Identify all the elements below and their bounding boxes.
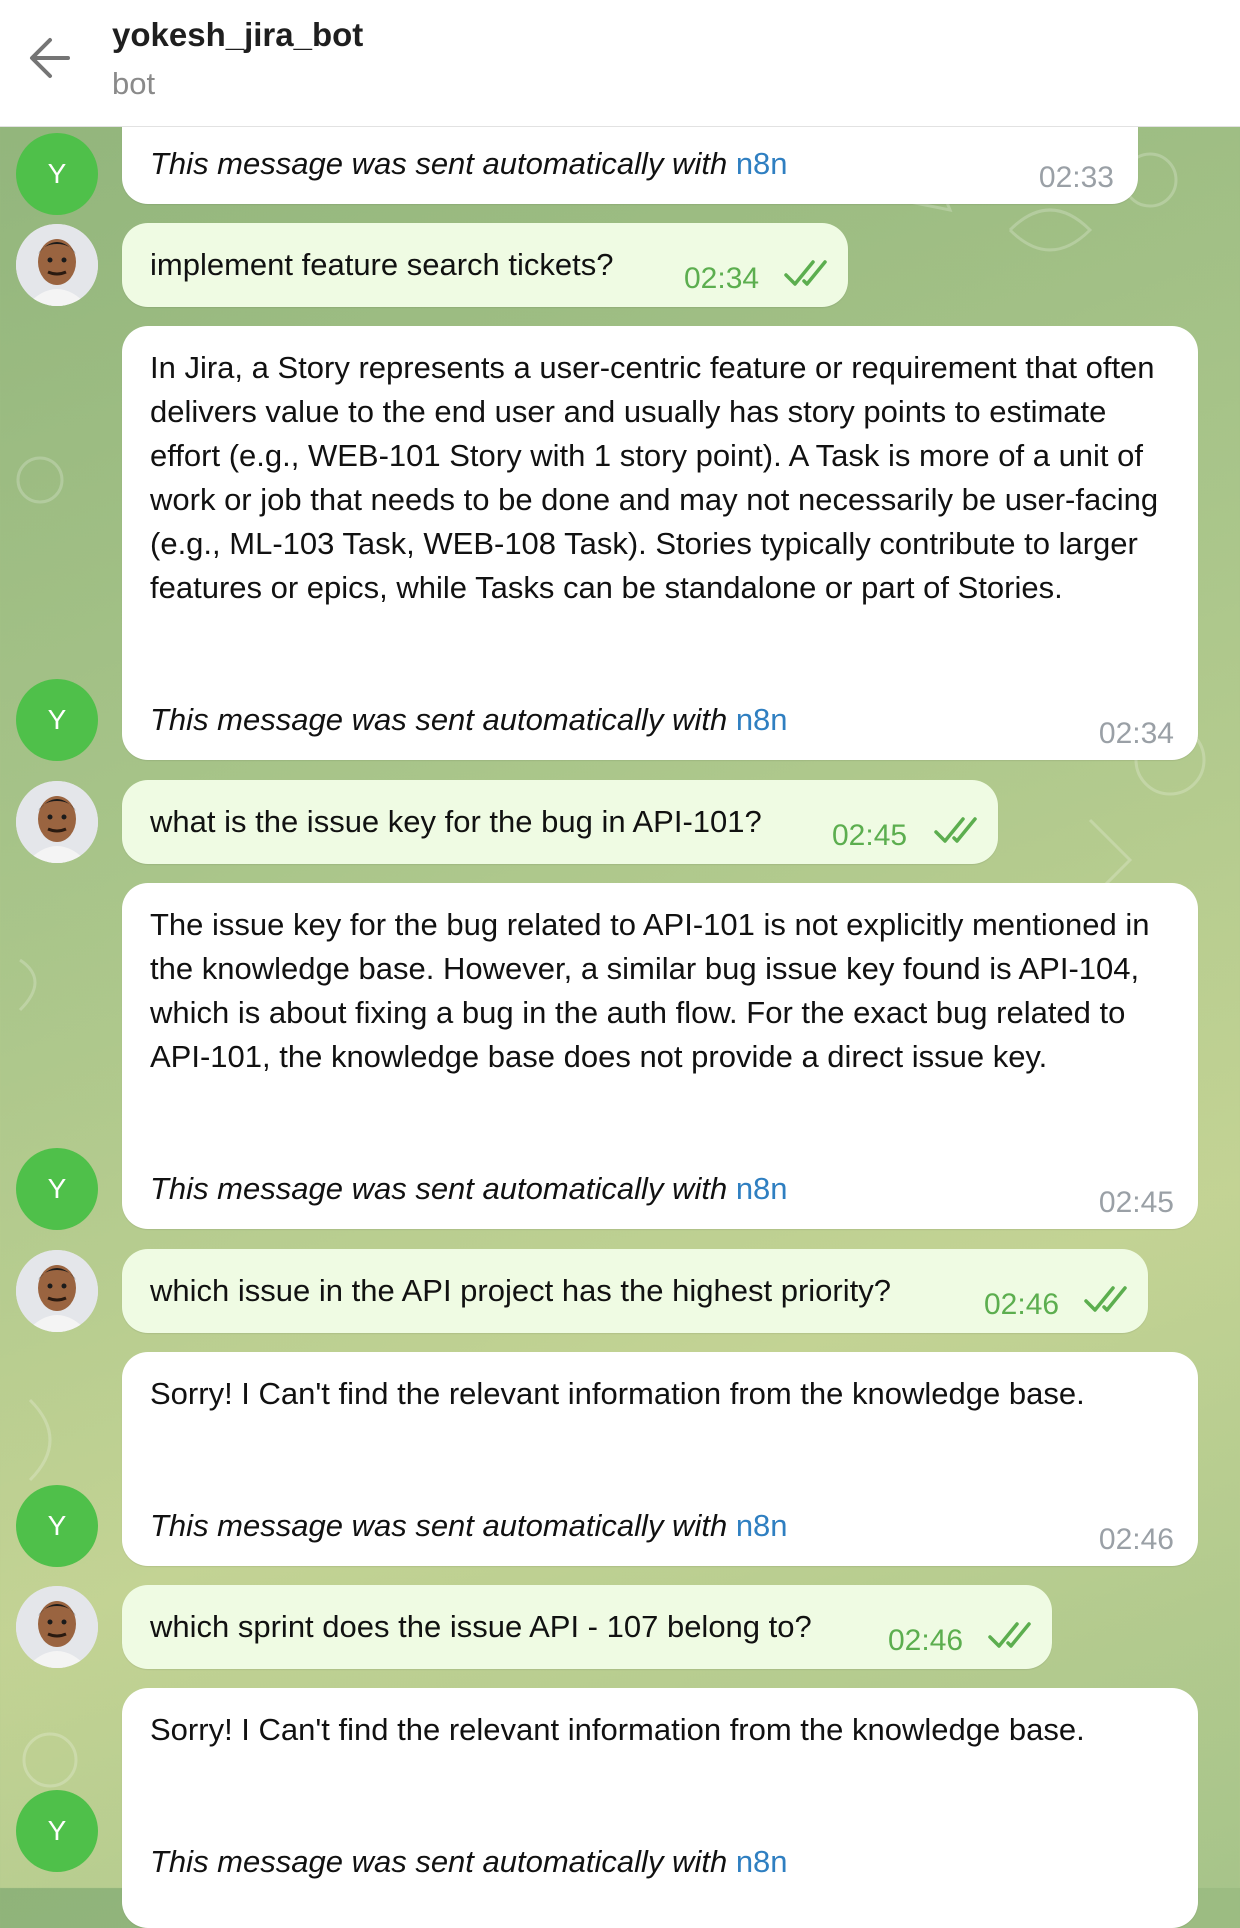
user-photo-icon: [16, 224, 98, 306]
message-text: In Jira, a Story represents a user-centr…: [150, 350, 1159, 605]
back-button[interactable]: [26, 30, 74, 86]
message-bubble-bot[interactable]: Sorry! I Can't find the relevant informa…: [122, 1352, 1198, 1566]
message-time: 02:46: [888, 1624, 964, 1657]
chat-header: yokesh_jira_bot bot: [0, 0, 1240, 127]
chat-subtitle: bot: [112, 66, 156, 101]
n8n-link[interactable]: n8n: [736, 1508, 788, 1543]
auto-sent-text: This message was sent automatically with: [150, 702, 728, 737]
auto-sent-text: This message was sent automatically with: [150, 1844, 728, 1879]
message-bubble-user[interactable]: implement feature search tickets? 02:34: [122, 223, 848, 307]
message-text: The issue key for the bug related to API…: [150, 907, 1150, 1074]
auto-sent-note: This message was sent automatically with…: [150, 1504, 788, 1548]
message-time: 02:34: [1098, 717, 1174, 750]
message-bubble-bot[interactable]: The issue key for the bug related to API…: [122, 883, 1198, 1229]
n8n-link[interactable]: n8n: [736, 1844, 788, 1879]
message-text: Sorry! I Can't find the relevant informa…: [150, 1712, 1085, 1747]
double-check-icon: [784, 260, 827, 286]
message-time: 02:34: [684, 262, 760, 295]
bot-avatar[interactable]: Y: [16, 1790, 98, 1872]
n8n-link[interactable]: n8n: [736, 1171, 788, 1206]
bot-avatar[interactable]: Y: [16, 1148, 98, 1230]
bot-avatar[interactable]: Y: [16, 679, 98, 761]
double-check-icon: [1084, 1286, 1127, 1312]
message-bubble-bot[interactable]: Sorry! I Can't find the relevant informa…: [122, 1688, 1198, 1928]
message-time: 02:45: [832, 819, 908, 852]
auto-sent-note: This message was sent automatically with…: [150, 698, 788, 742]
user-photo-icon: [16, 781, 98, 863]
message-bubble-bot[interactable]: In Jira, a Story represents a user-centr…: [122, 326, 1198, 760]
message-time: 02:33: [1038, 161, 1114, 194]
message-bubble-user[interactable]: what is the issue key for the bug in API…: [122, 780, 998, 864]
message-text: which issue in the API project has the h…: [150, 1273, 891, 1308]
message-text: Sorry! I Can't find the relevant informa…: [150, 1376, 1085, 1411]
chat-title[interactable]: yokesh_jira_bot: [112, 16, 363, 54]
user-photo-icon: [16, 1250, 98, 1332]
message-time: 02:46: [1098, 1523, 1174, 1556]
message-time: 02:46: [984, 1288, 1060, 1321]
user-avatar[interactable]: [16, 781, 98, 863]
auto-sent-text: This message was sent automatically with: [150, 1508, 728, 1543]
auto-sent-note: This message was sent automatically with…: [150, 1167, 788, 1211]
user-avatar[interactable]: [16, 224, 98, 306]
user-avatar[interactable]: [16, 1250, 98, 1332]
n8n-link[interactable]: n8n: [736, 702, 788, 737]
message-bubble-user[interactable]: which sprint does the issue API - 107 be…: [122, 1585, 1052, 1669]
user-avatar[interactable]: [16, 1586, 98, 1668]
double-check-icon: [934, 817, 977, 843]
n8n-link[interactable]: n8n: [736, 146, 788, 181]
bot-avatar[interactable]: Y: [16, 1485, 98, 1567]
user-photo-icon: [16, 1586, 98, 1668]
auto-sent-text: This message was sent automatically with: [150, 146, 728, 181]
arrow-left-icon: [30, 38, 70, 78]
message-bubble-user[interactable]: which issue in the API project has the h…: [122, 1249, 1148, 1333]
auto-sent-note: This message was sent automatically with…: [150, 1840, 788, 1884]
bot-avatar[interactable]: Y: [16, 133, 98, 215]
double-check-icon: [988, 1622, 1031, 1648]
auto-sent-note: This message was sent automatically with…: [150, 142, 788, 186]
auto-sent-text: This message was sent automatically with: [150, 1171, 728, 1206]
message-time: 02:45: [1098, 1186, 1174, 1219]
